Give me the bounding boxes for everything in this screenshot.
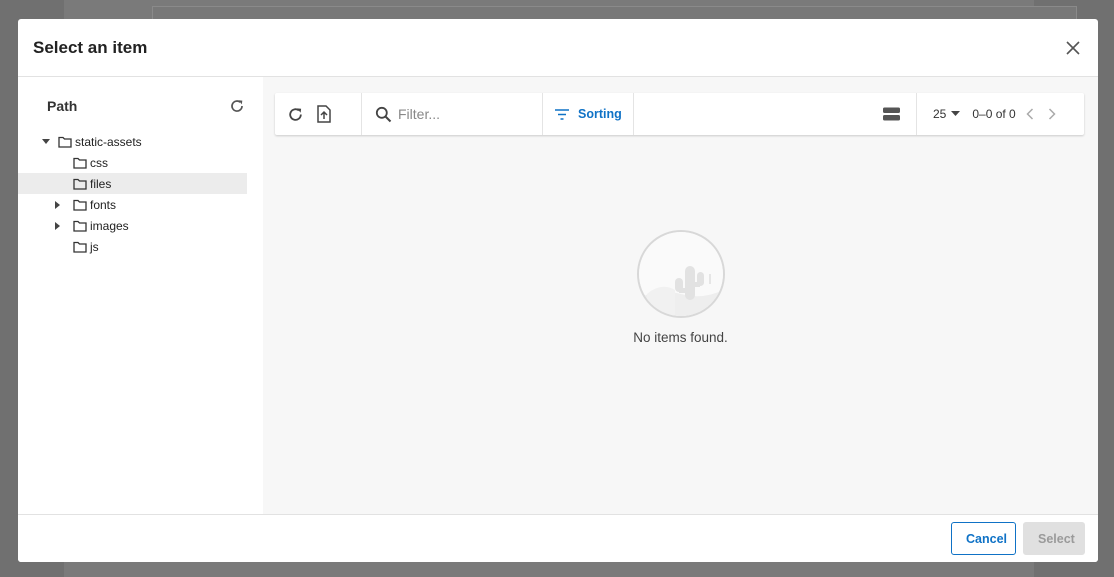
tree-item-fonts[interactable]: fonts (18, 194, 247, 215)
sort-lines-icon (555, 108, 569, 120)
upload-file-icon[interactable] (316, 105, 332, 123)
modal-body: Path static-assets css files fonts image… (18, 77, 1098, 514)
sorting-label: Sorting (578, 107, 622, 121)
caret-right-icon[interactable] (51, 219, 65, 233)
sidebar-title: Path (47, 98, 78, 114)
empty-cactus-illustration (636, 230, 725, 318)
pagination: 25 0–0 of 0 (917, 93, 1084, 135)
tree-item-images[interactable]: images (18, 215, 247, 236)
path-sidebar: Path static-assets css files fonts image… (18, 77, 263, 514)
management-toolbar: Sorting 25 0–0 of 0 (275, 93, 1084, 135)
tree-item-label: static-assets (75, 134, 142, 149)
sorting-button[interactable]: Sorting (543, 93, 634, 135)
modal-header: Select an item (18, 19, 1098, 77)
caret-right-icon[interactable] (51, 198, 65, 212)
folder-icon (73, 157, 87, 169)
page-size-select[interactable]: 25 (933, 107, 961, 121)
toolbar-actions (275, 93, 362, 135)
tree-item-label: fonts (90, 197, 117, 212)
page-size-value: 25 (933, 107, 947, 121)
empty-message: No items found. (633, 330, 728, 345)
tree-item-files[interactable]: files (18, 173, 247, 194)
tree-item-label: js (90, 239, 99, 254)
cancel-button[interactable]: Cancel (951, 522, 1016, 555)
chevron-right-icon[interactable] (1048, 108, 1056, 120)
tree-item-css[interactable]: css (18, 152, 247, 173)
folder-icon (58, 136, 72, 148)
chevron-left-icon[interactable] (1026, 108, 1034, 120)
caret-down-icon (951, 111, 961, 116)
pager-arrows (1026, 108, 1056, 120)
refresh-tree-icon[interactable] (229, 98, 245, 114)
tree-item-js[interactable]: js (18, 236, 247, 257)
tree-item-label: files (90, 176, 112, 191)
folder-tree: static-assets css files fonts images js (18, 131, 263, 257)
pagination-range: 0–0 of 0 (972, 107, 1016, 121)
tree-item-label: css (90, 155, 108, 170)
folder-icon (73, 199, 87, 211)
select-item-modal: Select an item Path static-assets css fi… (18, 19, 1098, 562)
folder-icon (73, 220, 87, 232)
modal-title: Select an item (33, 37, 148, 57)
search-icon (375, 106, 392, 123)
folder-icon (73, 241, 87, 253)
sidebar-header: Path (18, 93, 263, 119)
refresh-icon[interactable] (287, 106, 304, 123)
tree-item-label: images (90, 218, 129, 233)
list-view-icon[interactable] (883, 107, 900, 121)
filter-group (362, 93, 543, 135)
select-button[interactable]: Select (1023, 522, 1085, 555)
view-toggle-group (634, 93, 917, 135)
empty-state: No items found. (263, 230, 1098, 345)
tree-item-static-assets[interactable]: static-assets (18, 131, 247, 152)
close-icon[interactable] (1062, 37, 1084, 59)
filter-input[interactable] (398, 106, 528, 122)
content-panel: Sorting 25 0–0 of 0 (263, 77, 1098, 514)
caret-down-icon[interactable] (39, 135, 53, 149)
folder-icon (73, 178, 87, 190)
modal-footer: Cancel Select (18, 514, 1098, 562)
